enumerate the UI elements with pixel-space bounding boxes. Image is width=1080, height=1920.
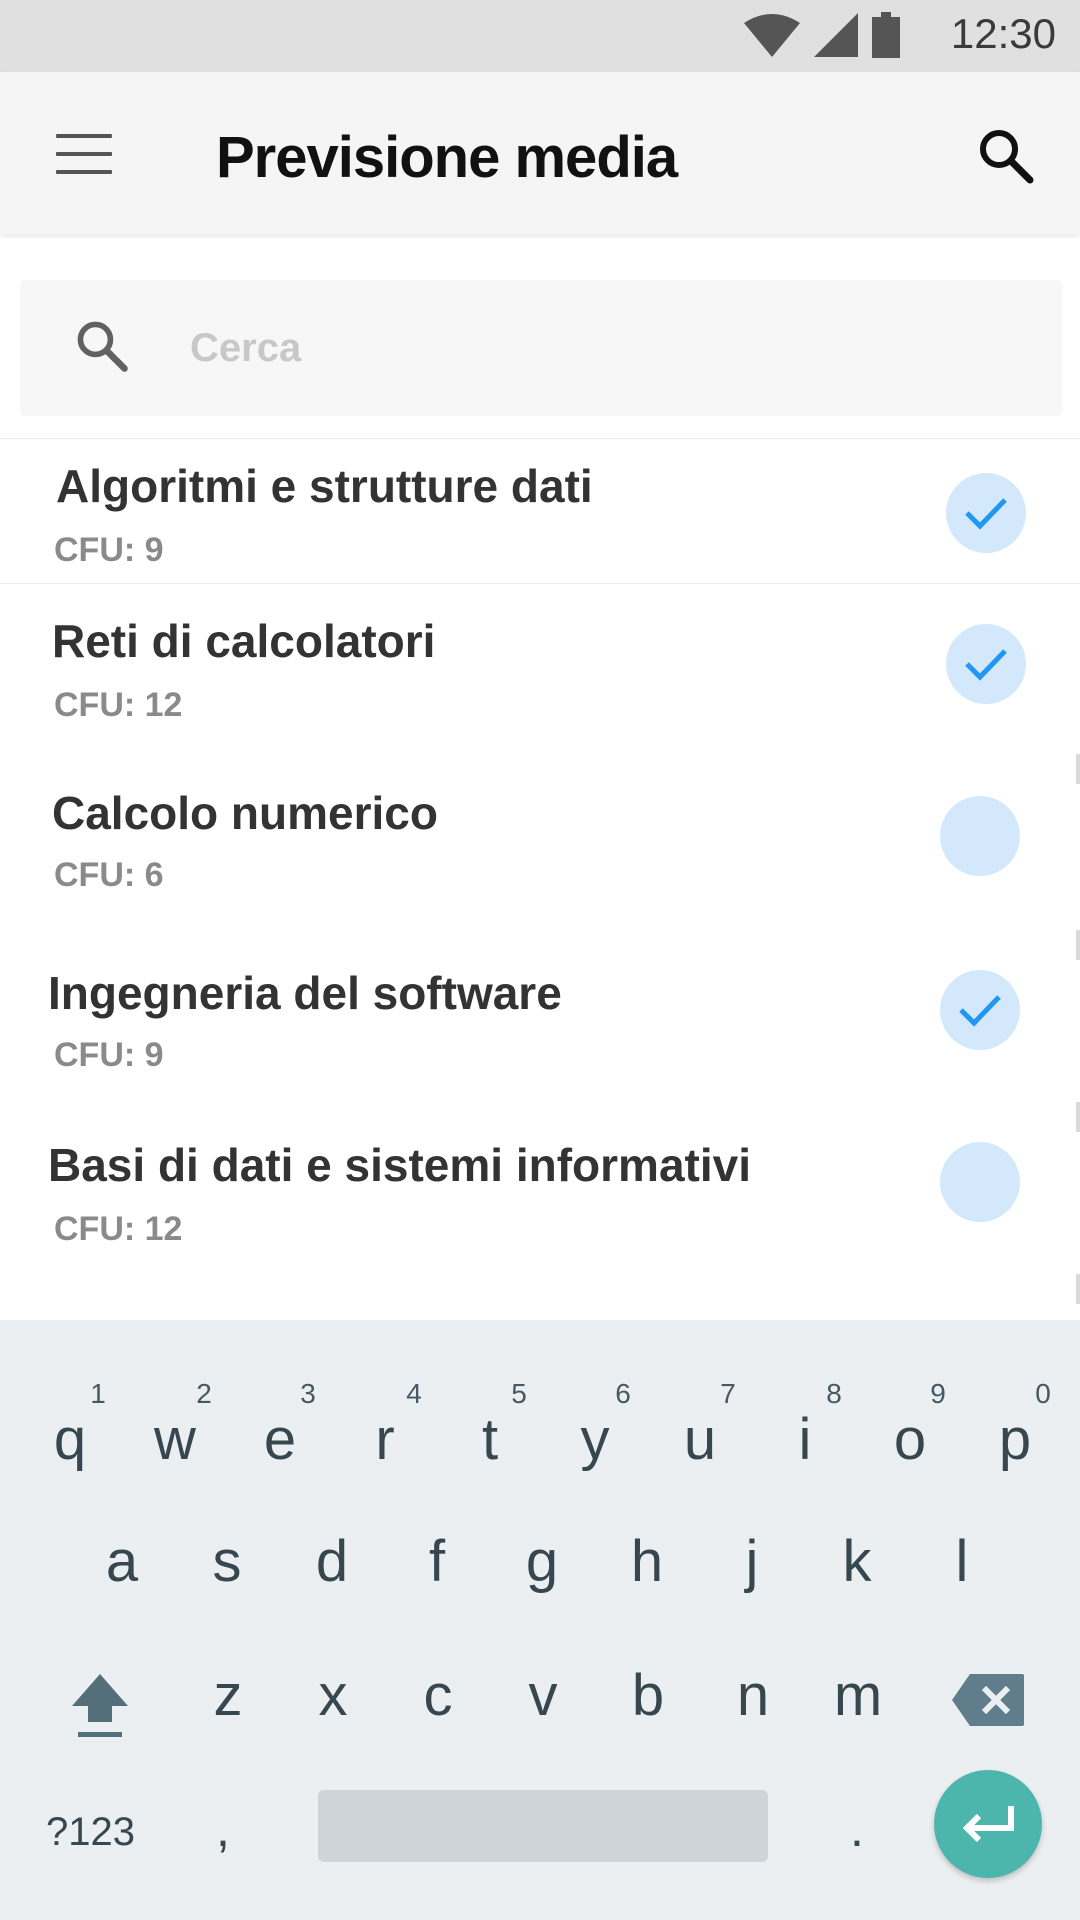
- checkmark-icon: [965, 649, 1007, 681]
- comma-key[interactable]: ,: [216, 1800, 230, 1858]
- key-m[interactable]: m: [818, 1662, 898, 1729]
- key-h[interactable]: h: [607, 1528, 687, 1595]
- search-icon[interactable]: [974, 124, 1038, 188]
- space-key[interactable]: [318, 1790, 768, 1862]
- list-item[interactable]: Calcolo numerico CFU: 6: [0, 756, 1080, 902]
- backspace-key-icon[interactable]: [950, 1672, 1026, 1728]
- search-field-icon: [77, 321, 128, 372]
- scroll-indicator: [1076, 1274, 1080, 1304]
- search-box[interactable]: [20, 280, 1062, 416]
- checkmark-icon: [965, 498, 1007, 530]
- key-z[interactable]: z: [188, 1662, 268, 1729]
- status-time: 12:30: [950, 10, 1056, 57]
- key-v[interactable]: v: [503, 1662, 583, 1729]
- key-e[interactable]: e: [240, 1406, 320, 1473]
- search-input[interactable]: [190, 310, 1010, 386]
- battery-icon: [872, 12, 900, 58]
- key-q[interactable]: q: [30, 1406, 110, 1473]
- key-x[interactable]: x: [293, 1662, 373, 1729]
- check-toggle[interactable]: [946, 473, 1026, 553]
- cell-signal-icon: [814, 13, 858, 57]
- course-cfu: CFU: 12: [54, 1210, 183, 1248]
- key-o[interactable]: o: [870, 1406, 950, 1473]
- key-r[interactable]: r: [345, 1406, 425, 1473]
- soft-keyboard: 1 2 3 4 5 6 7 8 9 0 q w e r t y u i o p …: [0, 1320, 1080, 1920]
- key-u[interactable]: u: [660, 1406, 740, 1473]
- symbols-key[interactable]: ?123: [46, 1810, 135, 1855]
- check-toggle[interactable]: [946, 624, 1026, 704]
- key-g[interactable]: g: [502, 1528, 582, 1595]
- course-name: Reti di calcolatori: [52, 615, 436, 667]
- page-title: Previsione media: [216, 125, 678, 190]
- key-b[interactable]: b: [608, 1662, 688, 1729]
- key-t[interactable]: t: [450, 1406, 530, 1473]
- key-l[interactable]: l: [922, 1528, 1002, 1595]
- menu-icon[interactable]: [56, 134, 112, 174]
- enter-key[interactable]: [934, 1770, 1042, 1878]
- list-item[interactable]: Ingegneria del software CFU: 9: [0, 930, 1080, 1076]
- list-item[interactable]: Algoritmi e strutture dati CFU: 9: [0, 438, 1080, 584]
- enter-arrow-icon: [962, 1806, 1014, 1843]
- key-a[interactable]: a: [82, 1528, 162, 1595]
- course-cfu: CFU: 12: [54, 686, 183, 724]
- course-cfu: CFU: 9: [54, 531, 164, 569]
- key-j[interactable]: j: [712, 1528, 792, 1595]
- key-n[interactable]: n: [713, 1662, 793, 1729]
- status-icons: [744, 10, 900, 60]
- course-name: Basi di dati e sistemi informativi: [48, 1139, 751, 1191]
- course-name: Calcolo numerico: [52, 787, 438, 839]
- status-bar: 12:30: [0, 0, 1080, 72]
- key-y[interactable]: y: [555, 1406, 635, 1473]
- key-f[interactable]: f: [397, 1528, 477, 1595]
- check-toggle[interactable]: [940, 796, 1020, 876]
- key-w[interactable]: w: [135, 1406, 215, 1473]
- shift-key-icon[interactable]: [68, 1670, 132, 1740]
- course-cfu: CFU: 6: [54, 856, 164, 894]
- course-name: Ingegneria del software: [48, 967, 562, 1019]
- key-p[interactable]: p: [975, 1406, 1055, 1473]
- scroll-indicator: [1076, 754, 1080, 784]
- check-toggle[interactable]: [940, 1142, 1020, 1222]
- scroll-indicator: [1076, 1102, 1080, 1132]
- key-d[interactable]: d: [292, 1528, 372, 1595]
- course-cfu: CFU: 9: [54, 1036, 164, 1074]
- list-item[interactable]: Reti di calcolatori CFU: 12: [0, 586, 1080, 732]
- course-name: Algoritmi e strutture dati: [56, 460, 593, 512]
- key-c[interactable]: c: [398, 1662, 478, 1729]
- search-section: [0, 238, 1080, 438]
- list-item[interactable]: Basi di dati e sistemi informativi CFU: …: [0, 1102, 1080, 1248]
- scroll-indicator: [1076, 930, 1080, 960]
- check-toggle[interactable]: [940, 970, 1020, 1050]
- period-key[interactable]: .: [850, 1800, 864, 1858]
- key-k[interactable]: k: [817, 1528, 897, 1595]
- wifi-icon: [744, 14, 800, 57]
- checkmark-icon: [959, 995, 1001, 1027]
- app-bar: Previsione media: [0, 72, 1080, 234]
- key-i[interactable]: i: [765, 1406, 845, 1473]
- key-s[interactable]: s: [187, 1528, 267, 1595]
